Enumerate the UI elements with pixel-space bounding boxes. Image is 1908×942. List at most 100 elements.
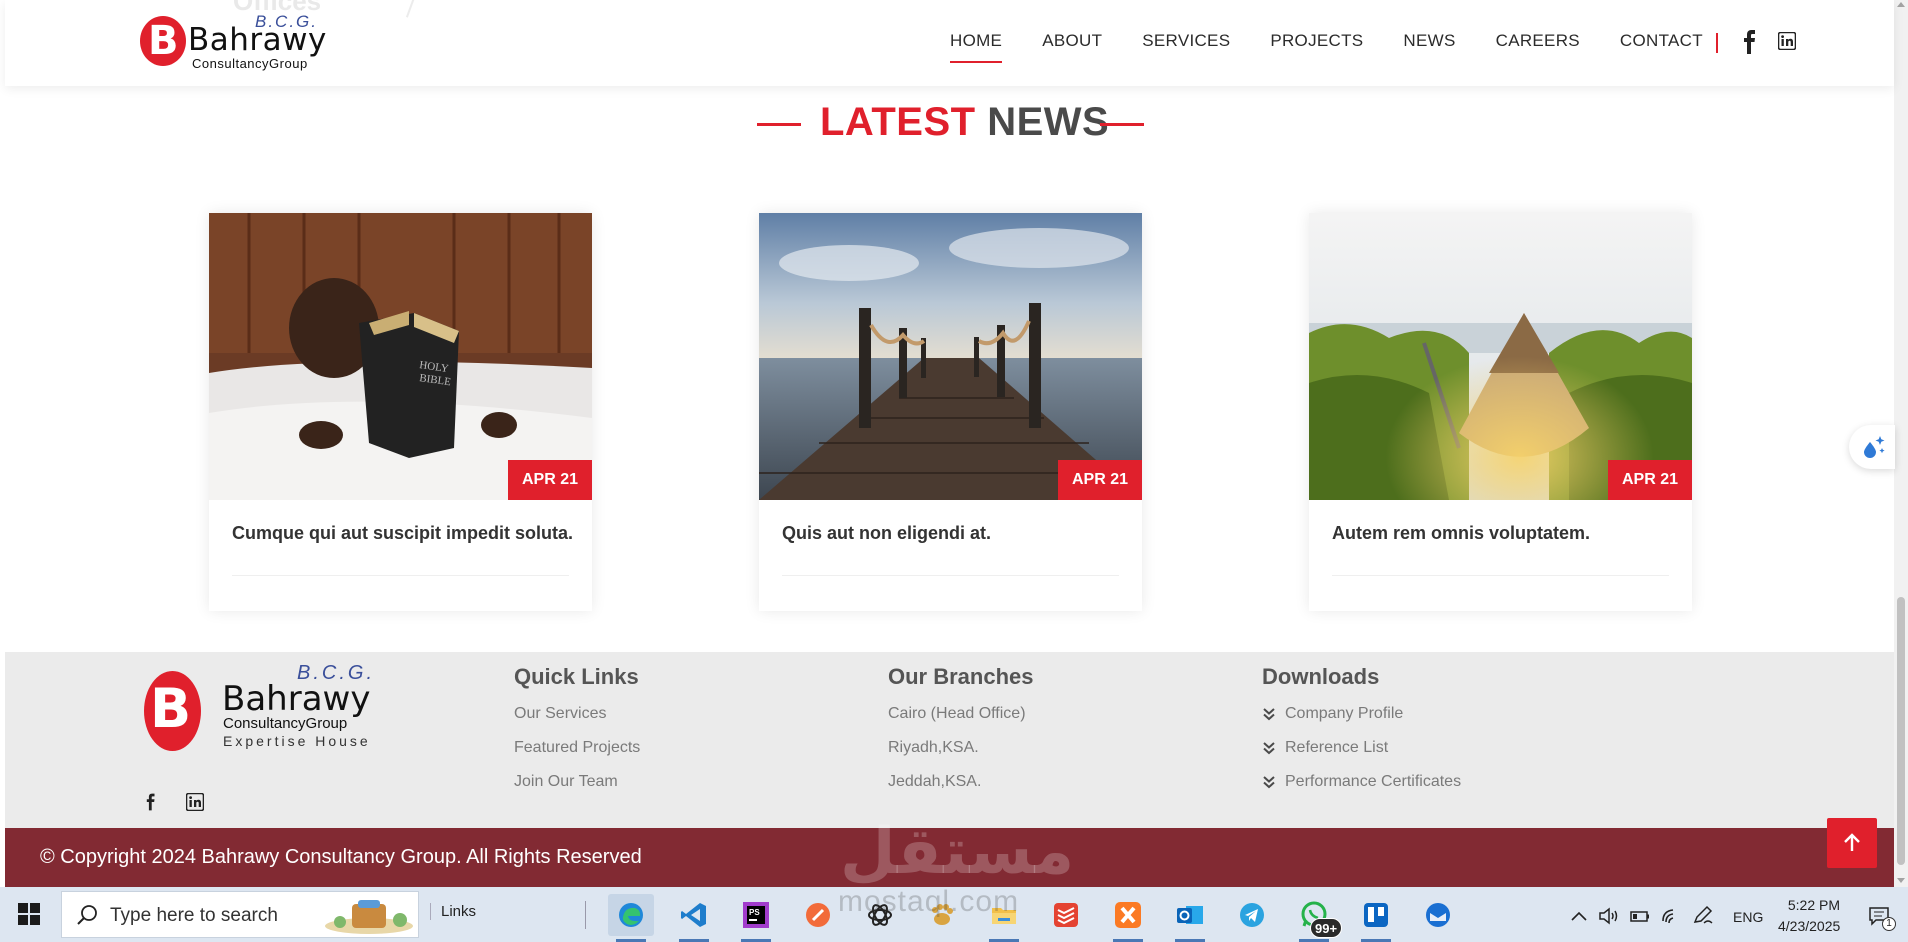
footer-quick-links: Quick Links Our Services Featured Projec…	[514, 664, 640, 806]
scroll-up-icon[interactable]	[1897, 2, 1905, 7]
telegram-icon	[1240, 903, 1264, 927]
footer-link-join-our-team[interactable]: Join Our Team	[514, 772, 640, 806]
latest-news-heading: LATEST NEWS	[757, 96, 1145, 152]
footer-facebook-icon[interactable]	[144, 791, 158, 813]
nav-separator	[1716, 33, 1718, 53]
quick-links-heading: Quick Links	[514, 664, 639, 689]
xampp-icon	[1115, 902, 1141, 928]
taskbar-xampp[interactable]	[1105, 894, 1151, 942]
download-performance-certificates[interactable]: Performance Certificates	[1262, 772, 1461, 806]
wifi-icon[interactable]	[1660, 905, 1682, 925]
card-divider	[1332, 575, 1669, 576]
notification-center[interactable]: 1	[1868, 905, 1896, 931]
heading-line-left	[757, 123, 801, 126]
news-card[interactable]: APR 21 Autem rem omnis voluptatem.	[1309, 213, 1692, 611]
branches-heading: Our Branches	[888, 664, 1034, 689]
heading-line-right	[1100, 123, 1144, 126]
download-label: Company Profile	[1285, 705, 1404, 722]
news-card[interactable]: HOLY BIBLE APR 21 Cumque qui aut suscipi…	[209, 213, 592, 611]
nav-about[interactable]: ABOUT	[1042, 30, 1102, 64]
battery-icon[interactable]	[1628, 908, 1650, 924]
taskbar-telegram[interactable]	[1229, 894, 1275, 936]
branch-cairo[interactable]: Cairo (Head Office)	[888, 704, 1034, 738]
chevron-up-icon[interactable]	[1571, 910, 1587, 922]
download-reference-list[interactable]: Reference List	[1262, 738, 1461, 772]
whatsapp-unread-badge: 99+	[1310, 918, 1343, 938]
taskbar-thunderbird[interactable]	[1415, 894, 1461, 936]
taskbar-edge[interactable]	[608, 894, 654, 942]
back-to-top-button[interactable]	[1827, 818, 1877, 868]
logo-badge-letter: B	[148, 18, 179, 64]
double-chevron-down-icon	[1263, 742, 1275, 755]
ghost-divider	[405, 0, 417, 18]
taskbar-phpstorm[interactable]: PS	[733, 894, 779, 942]
double-chevron-down-icon	[1263, 708, 1275, 721]
outlook-icon	[1177, 906, 1203, 924]
phpstorm-icon: PS	[743, 902, 769, 928]
nav-contact[interactable]: CONTACT	[1620, 30, 1703, 64]
linkedin-icon[interactable]	[1777, 31, 1798, 52]
svg-text:PS: PS	[749, 908, 760, 917]
watermark-arabic: مستقل	[840, 815, 1075, 889]
watermark: مستقل mostaql.com	[830, 815, 1080, 918]
news-image-canoe[interactable]	[1309, 213, 1692, 500]
footer-linkedin-icon[interactable]	[185, 792, 205, 812]
footer-logo-brand: Bahrawy	[222, 679, 371, 719]
logo-subtitle: ConsultancyGroup	[192, 56, 308, 71]
watermark-latin: mostaql.com	[838, 885, 1020, 918]
taskbar-vscode[interactable]	[671, 894, 717, 942]
taskbar-separator	[585, 901, 586, 929]
nav-services[interactable]: SERVICES	[1142, 30, 1230, 64]
nav-careers[interactable]: CAREERS	[1496, 30, 1580, 64]
nav-projects[interactable]: PROJECTS	[1270, 30, 1363, 64]
news-title[interactable]: Autem rem omnis voluptatem.	[1332, 523, 1590, 544]
news-title[interactable]: Quis aut non eligendi at.	[782, 523, 991, 544]
windows-start-icon[interactable]	[18, 903, 40, 925]
footer-logo-badge-letter: B	[150, 677, 192, 740]
accessibility-widget[interactable]	[1849, 425, 1895, 469]
pen-icon[interactable]	[1692, 905, 1714, 925]
card-divider	[232, 575, 569, 576]
download-label: Reference List	[1285, 739, 1389, 756]
download-company-profile[interactable]: Company Profile	[1262, 704, 1461, 738]
clock-time: 5:22 PM	[1787, 897, 1840, 913]
news-image-child-reading[interactable]: HOLY BIBLE	[209, 213, 592, 500]
double-chevron-down-icon	[1263, 776, 1275, 789]
news-date-badge: APR 21	[1058, 460, 1142, 500]
copyright-text: © Copyright 2024 Bahrawy Consultancy Gro…	[40, 846, 642, 868]
facebook-icon[interactable]	[1740, 30, 1760, 54]
footer-link-our-services[interactable]: Our Services	[514, 704, 640, 738]
heading-text: LATEST NEWS	[820, 100, 1109, 145]
scroll-down-icon[interactable]	[1897, 878, 1905, 883]
search-placeholder: Type here to search	[110, 905, 278, 926]
footer-link-featured-projects[interactable]: Featured Projects	[514, 738, 640, 772]
taskbar-outlook[interactable]	[1167, 894, 1213, 942]
branch-riyadh[interactable]: Riyadh,KSA.	[888, 738, 1034, 772]
thunderbird-icon	[1426, 903, 1450, 927]
news-title[interactable]: Cumque qui aut suscipit impedit soluta.	[232, 523, 573, 544]
logo-brand: Bahrawy	[188, 22, 327, 58]
nav-news[interactable]: NEWS	[1403, 30, 1455, 64]
nav-home[interactable]: HOME	[950, 30, 1003, 64]
sparkle-drop-icon	[1864, 436, 1885, 458]
downloads-heading: Downloads	[1262, 664, 1380, 689]
footer-logo-tagline: Expertise House	[223, 733, 371, 749]
news-image-pier[interactable]	[759, 213, 1142, 500]
news-card[interactable]: APR 21 Quis aut non eligendi at.	[759, 213, 1142, 611]
scrollbar-thumb[interactable]	[1897, 597, 1905, 865]
page-scrollbar[interactable]	[1894, 0, 1908, 887]
taskbar-clock[interactable]: 5:22 PM 4/23/2025	[1778, 895, 1840, 937]
clock-date: 4/23/2025	[1778, 918, 1841, 934]
taskbar-trello[interactable]	[1353, 894, 1399, 942]
footer-downloads: Downloads Company Profile Reference List…	[1262, 664, 1461, 806]
taskbar-search-box[interactable]: Type here to search	[61, 891, 419, 938]
branch-jeddah[interactable]: Jeddah,KSA.	[888, 772, 1034, 806]
links-toolbar-label[interactable]: Links	[430, 903, 476, 920]
footer-logo[interactable]: B B.C.G. Bahrawy ConsultancyGroup Expert…	[140, 662, 390, 755]
language-indicator[interactable]: ENG	[1733, 909, 1763, 925]
footer-logo-subtitle: ConsultancyGroup	[223, 715, 348, 732]
news-date-badge: APR 21	[508, 460, 592, 500]
main-nav: HOME ABOUT SERVICES PROJECTS NEWS CAREER…	[950, 30, 1743, 64]
header-logo[interactable]: B B.C.G. Bahrawy ConsultancyGroup	[140, 12, 340, 72]
volume-icon[interactable]	[1598, 906, 1620, 926]
